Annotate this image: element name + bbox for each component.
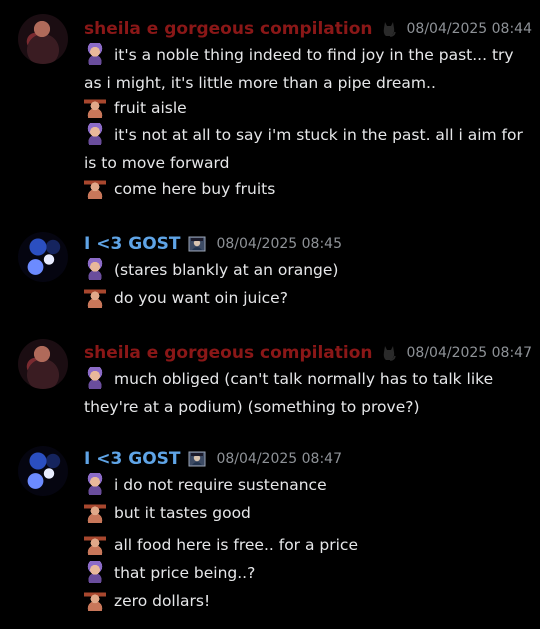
message-line: much obliged (can't talk normally has to… [84,366,524,421]
shopkeeper-emoji [84,286,106,308]
message-header: I <3 GOST 08/04/2025 08:47 [84,448,342,470]
message-text: all food here is free.. for a price [114,536,358,554]
message-text: it's a noble thing indeed to find joy in… [84,46,514,92]
message-line: it's not at all to say i'm stuck in the … [84,122,524,177]
purple-hair-face-emoji [84,367,106,389]
message-header: I <3 GOST 08/04/2025 08:45 [84,233,342,255]
avatar[interactable] [18,232,68,282]
purple-hair-face-emoji [84,43,106,65]
message-line: (stares blankly at an orange) [84,257,524,285]
black-cat-icon [383,346,396,361]
message-text: come here buy fruits [114,180,276,198]
username[interactable]: I <3 GOST [84,449,180,469]
shopkeeper-emoji [84,501,106,523]
username[interactable]: sheila e gorgeous compilation [84,19,373,39]
message-text: i do not require sustenance [114,476,327,494]
message-line: it's a noble thing indeed to find joy in… [84,42,524,97]
message-text: that price being..? [114,564,256,582]
purple-hair-face-emoji [84,473,106,495]
message-line: fruit aisle [84,95,524,123]
username[interactable]: I <3 GOST [84,234,180,254]
shopkeeper-emoji [84,589,106,611]
purple-hair-face-emoji [84,258,106,280]
avatar[interactable] [18,446,68,496]
shopkeeper-emoji [84,177,106,199]
black-cat-icon [383,22,396,37]
timestamp: 08/04/2025 08:45 [216,236,342,252]
timestamp: 08/04/2025 08:47 [216,451,342,467]
avatar[interactable] [18,339,68,389]
message-line: i do not require sustenance [84,472,524,500]
message-header: sheila e gorgeous compilation 08/04/2025… [84,342,532,364]
timestamp: 08/04/2025 08:44 [406,21,533,37]
message-text: do you want oin juice? [114,289,288,307]
message-line: but it tastes good [84,500,524,528]
message-text: it's not at all to say i'm stuck in the … [84,126,523,172]
purple-hair-face-emoji [84,561,106,583]
message-text: much obliged (can't talk normally has to… [84,370,494,416]
message-line: do you want oin juice? [84,285,524,313]
username[interactable]: sheila e gorgeous compilation [84,343,373,363]
message-line: come here buy fruits [84,176,524,204]
message-text: (stares blankly at an orange) [114,261,339,279]
avatar[interactable] [18,14,68,64]
message-text: fruit aisle [114,99,187,117]
purple-hair-face-emoji [84,123,106,145]
framed-portrait-icon [188,236,206,252]
framed-portrait-icon [188,451,206,467]
message-line: all food here is free.. for a price [84,532,524,560]
message-line: that price being..? [84,560,524,588]
message-header: sheila e gorgeous compilation 08/04/2025… [84,18,532,40]
message-text: but it tastes good [114,504,251,522]
message-line: zero dollars! [84,588,524,616]
timestamp: 08/04/2025 08:47 [406,345,533,361]
shopkeeper-emoji [84,533,106,555]
message-text: zero dollars! [114,592,211,610]
shopkeeper-emoji [84,96,106,118]
